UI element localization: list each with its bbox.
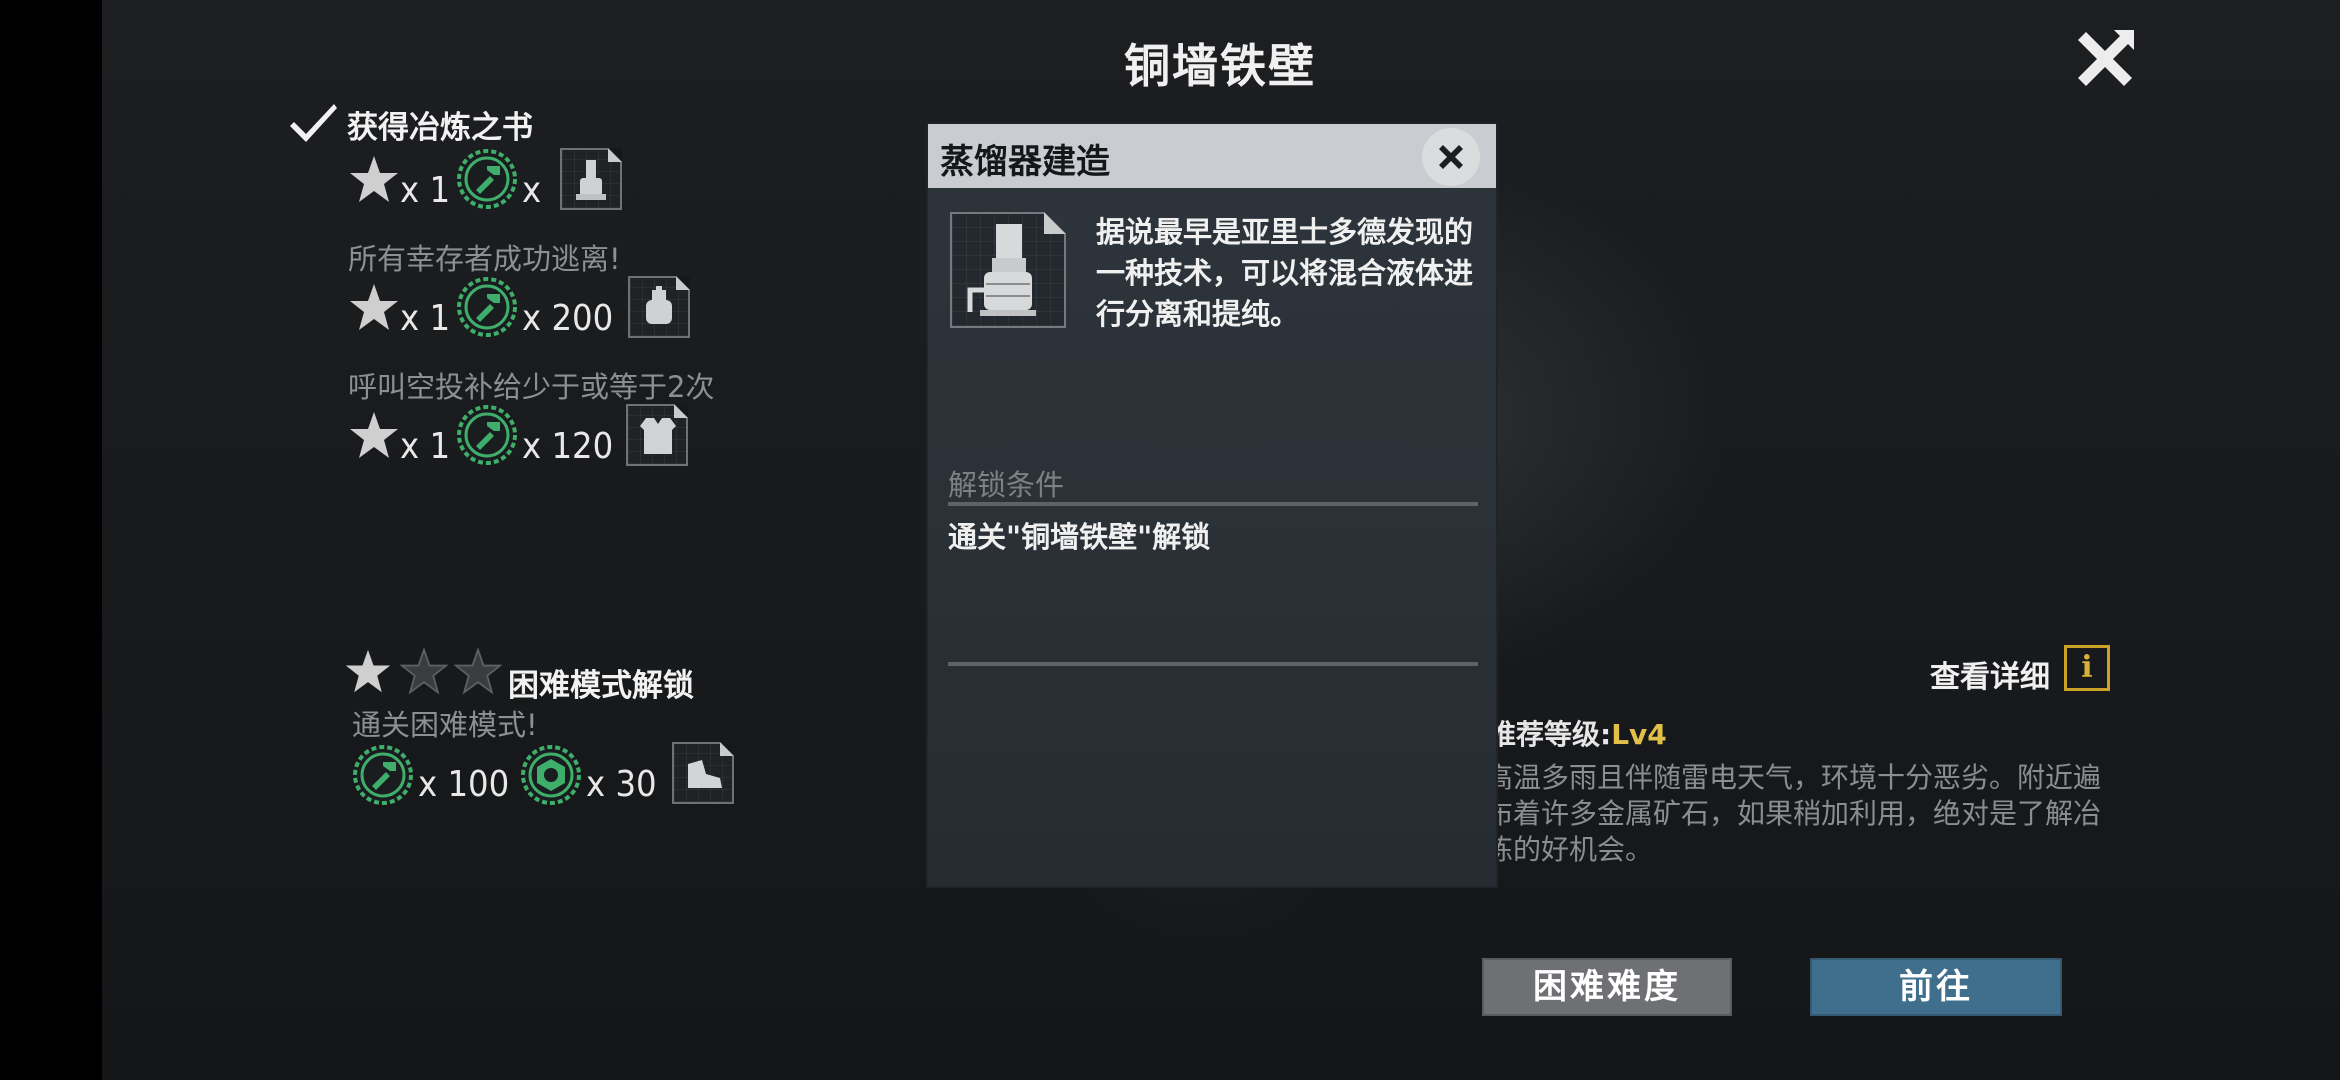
star-empty-icon (400, 648, 448, 695)
hard-mode-title: 困难模式解锁 (508, 668, 694, 704)
left-black-bar (0, 0, 102, 1080)
reward-row: x 100 x 30 (352, 742, 752, 812)
popup-header: 蒸馏器建造 (928, 124, 1496, 188)
page-title: 铜墙铁壁 (1124, 39, 1316, 93)
level-description: 高温多雨且伴随雷电天气，环境十分恶劣。附近遍布着许多金属矿石，如果稍加利用，绝对… (1485, 761, 2102, 866)
close-icon[interactable] (2070, 24, 2140, 94)
gear-part-icon (457, 405, 517, 465)
distiller-item (950, 212, 1066, 328)
unlock-conditions-label: 解锁条件 (948, 468, 1065, 502)
reward-row: x 1 x (348, 148, 648, 218)
distiller-icon (576, 160, 606, 200)
star-icon (350, 284, 398, 330)
go-button[interactable]: 前往 (1810, 958, 2062, 1016)
part-count: x (522, 170, 542, 211)
part-count: x 200 (522, 298, 614, 339)
recommended-label: 推荐等级: (1488, 718, 1612, 751)
boot-icon (688, 760, 722, 788)
star-count: x 1 (400, 298, 451, 339)
star-icon (350, 156, 398, 202)
close-icon[interactable] (1422, 128, 1480, 186)
recommended-value: Lv4 (1611, 718, 1667, 751)
reward-item (560, 148, 622, 210)
star-icon (350, 412, 398, 458)
star-empty-icon (454, 648, 502, 695)
nut-icon (521, 745, 581, 805)
reward-item (628, 276, 690, 338)
gear-part-icon (457, 149, 517, 209)
hard-mode-subtitle: 通关困难模式! (352, 708, 538, 742)
gear-part-icon (353, 745, 413, 805)
unlock-condition-text: 通关"铜墙铁壁"解锁 (948, 520, 1211, 554)
task-title: 获得冶炼之书 (347, 110, 533, 146)
task-subtitle: 呼叫空投补给少于或等于2次 (348, 370, 715, 404)
reward-item (672, 742, 734, 804)
star-count: x 1 (400, 170, 451, 211)
hard-difficulty-button[interactable]: 困难难度 (1482, 958, 1732, 1016)
reward-row: x 1 x 200 (348, 276, 728, 346)
star-icon (345, 649, 391, 693)
nut-count: x 30 (586, 764, 657, 805)
recommended-level: 推荐等级:Lv4 (1488, 713, 1667, 753)
reward-row: x 1 x 120 (348, 404, 728, 474)
blueprint-popup: 蒸馏器建造 据说最早是亚里士多德发现的一种技术，可以将混合液体进行分离和提纯。 … (928, 124, 1496, 886)
check-icon (290, 100, 338, 144)
info-icon[interactable]: i (2064, 645, 2110, 691)
view-detail-link[interactable]: 查看详细 (1930, 652, 2050, 696)
vest-icon (640, 418, 676, 454)
popup-title: 蒸馏器建造 (940, 142, 1110, 182)
part-count: x 120 (522, 426, 614, 467)
divider (948, 662, 1478, 666)
task-subtitle: 所有幸存者成功逃离! (348, 242, 621, 276)
part-count: x 100 (418, 764, 510, 805)
reward-item (626, 404, 688, 466)
gear-part-icon (457, 277, 517, 337)
divider (948, 502, 1478, 506)
popup-description: 据说最早是亚里士多德发现的一种技术，可以将混合液体进行分离和提纯。 (1096, 215, 1474, 331)
star-count: x 1 (400, 426, 451, 467)
distiller-icon (646, 286, 672, 324)
